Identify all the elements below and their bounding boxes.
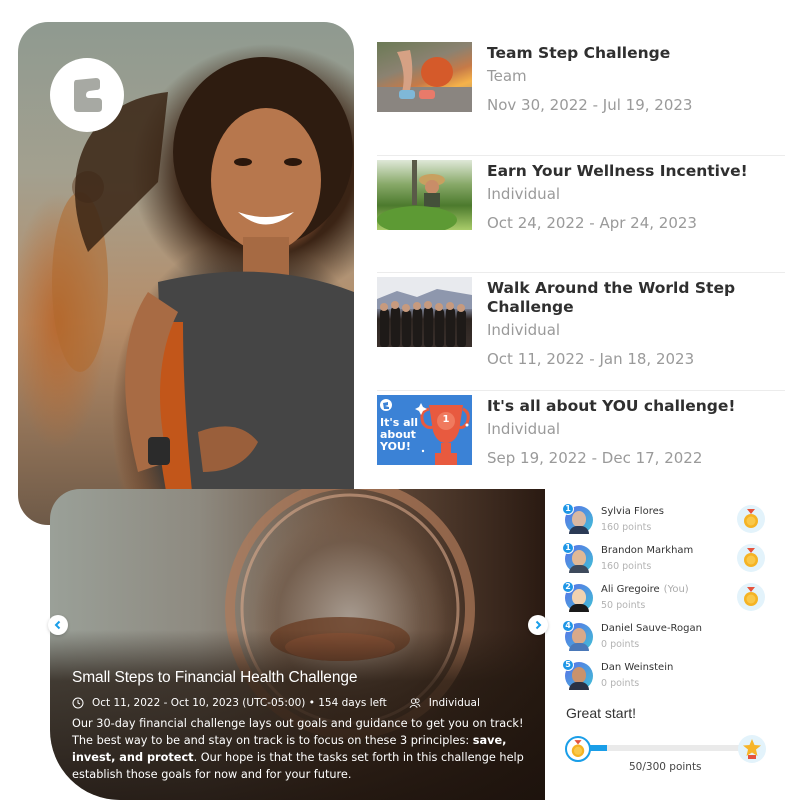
carousel-prev-button[interactable] — [48, 615, 68, 635]
challenge-item[interactable]: Team Step Challenge Team Nov 30, 2022 - … — [377, 38, 785, 156]
challenge-dates: Oct 11, 2022 - Jan 18, 2023 — [487, 350, 695, 368]
avatar: 1 — [562, 502, 593, 534]
hero-photo — [18, 22, 354, 525]
participant-name: Dan Weinstein — [601, 661, 674, 673]
gardening-image — [377, 159, 457, 230]
leaderboard-row[interactable]: 2 Ali Gregoire (You) 50 points — [562, 578, 790, 617]
progress-start-medal — [565, 736, 591, 762]
gold-medal-icon — [571, 740, 585, 757]
participant-points: 160 points — [601, 560, 652, 572]
rank-badge: 4 — [562, 619, 574, 632]
challenge-title[interactable]: It's all about YOU challenge! — [487, 397, 735, 416]
description-text: Our 30-day financial challenge lays out … — [72, 717, 524, 747]
featured-description: Our 30-day financial challenge lays out … — [72, 715, 533, 783]
gold-medal-icon — [744, 587, 758, 606]
running-shoes-image — [377, 50, 472, 112]
featured-content: Small Steps to Financial Health Challeng… — [72, 669, 533, 783]
you-indicator: (You) — [663, 583, 689, 595]
featured-dates: Oct 11, 2022 - Oct 10, 2023 (UTC-05:00) … — [92, 697, 387, 709]
progress-goal-trophy — [738, 735, 766, 763]
sparkle-icon — [415, 402, 427, 415]
participant-name: Sylvia Flores — [601, 505, 664, 517]
challenge-thumbnail — [377, 159, 472, 230]
participant-name: Daniel Sauve-Rogan — [601, 622, 702, 634]
avatar: 1 — [562, 541, 593, 573]
avatar: 2 — [562, 580, 593, 612]
leaderboard-row[interactable]: 5 Dan Weinstein 0 points — [562, 656, 790, 695]
rank-badge: 2 — [562, 580, 574, 593]
challenge-thumbnail — [377, 277, 472, 347]
challenge-title[interactable]: Walk Around the World Step Challenge — [487, 279, 785, 317]
leaderboard-row[interactable]: 1 Brandon Markham 160 points — [562, 539, 790, 578]
brand-e-logo-icon — [74, 78, 102, 112]
clock-icon — [72, 697, 84, 709]
featured-type-wrap: Individual — [409, 697, 480, 709]
medal-badge — [737, 544, 765, 572]
challenge-type: Individual — [487, 184, 561, 203]
leaderboard-row[interactable]: 4 Daniel Sauve-Rogan 0 points — [562, 617, 790, 656]
thumbnail-caption-line: It's all — [380, 415, 419, 429]
participant-name: Brandon Markham — [601, 544, 694, 556]
participant-name: Ali Gregoire (You) — [601, 583, 689, 595]
brand-logo — [50, 58, 124, 132]
featured-meta: Oct 11, 2022 - Oct 10, 2023 (UTC-05:00) … — [72, 697, 533, 709]
star-trophy-icon — [743, 739, 761, 759]
medal-badge — [737, 583, 765, 611]
rank-badge: 5 — [562, 658, 574, 671]
participant-points: 50 points — [601, 599, 646, 611]
chevron-right-icon — [535, 620, 542, 630]
challenge-type: Individual — [487, 321, 561, 339]
group-walk-image — [377, 277, 472, 347]
challenge-type: Team — [487, 67, 527, 85]
challenge-dates: Oct 24, 2022 - Apr 24, 2023 — [487, 213, 697, 232]
rank-badge: 1 — [562, 502, 574, 515]
thumbnail-caption-line: YOU! — [380, 439, 411, 453]
challenge-list: Team Step Challenge Team Nov 30, 2022 - … — [377, 38, 785, 508]
gold-medal-icon — [744, 548, 758, 567]
featured-title[interactable]: Small Steps to Financial Health Challeng… — [72, 669, 533, 687]
trophy-number: 1 — [442, 413, 450, 425]
challenge-type: Individual — [487, 419, 561, 438]
rank-badge: 1 — [562, 541, 574, 554]
avatar: 4 — [562, 619, 593, 651]
leaderboard-row[interactable]: 1 Sylvia Flores 160 points — [562, 500, 790, 539]
participant-points: 160 points — [601, 521, 652, 533]
challenge-dates: Sep 19, 2022 - Dec 17, 2022 — [487, 448, 703, 467]
challenge-item[interactable]: Earn Your Wellness Incentive! Individual… — [377, 156, 785, 273]
challenge-title[interactable]: Team Step Challenge — [487, 44, 692, 63]
challenge-item[interactable]: Walk Around the World Step Challenge Ind… — [377, 273, 785, 391]
participant-points: 0 points — [601, 677, 640, 689]
thumbnail-caption: It's all about YOU! — [380, 415, 419, 453]
challenge-dates: Nov 30, 2022 - Jul 19, 2023 — [487, 96, 693, 114]
progress-track — [578, 745, 753, 751]
gold-medal-icon — [744, 509, 758, 528]
progress-label: 50/300 points — [629, 761, 702, 773]
chevron-left-icon — [54, 620, 61, 630]
thumbnail-caption-line: about — [380, 427, 416, 441]
medal-badge — [737, 505, 765, 533]
featured-challenge-card[interactable]: Small Steps to Financial Health Challeng… — [50, 489, 545, 800]
featured-type: Individual — [428, 697, 480, 709]
participant-points: 0 points — [601, 638, 640, 650]
progress-title: Great start! — [566, 705, 637, 721]
challenge-thumbnail: It's all about YOU! 1 — [377, 394, 472, 465]
carousel-next-button[interactable] — [528, 615, 548, 635]
leaderboard: 1 Sylvia Flores 160 points 1 Brandon Mar… — [562, 500, 790, 695]
users-icon — [409, 697, 421, 709]
avatar: 5 — [562, 658, 593, 690]
challenge-thumbnail — [377, 42, 472, 112]
challenge-title[interactable]: Earn Your Wellness Incentive! — [487, 162, 748, 181]
